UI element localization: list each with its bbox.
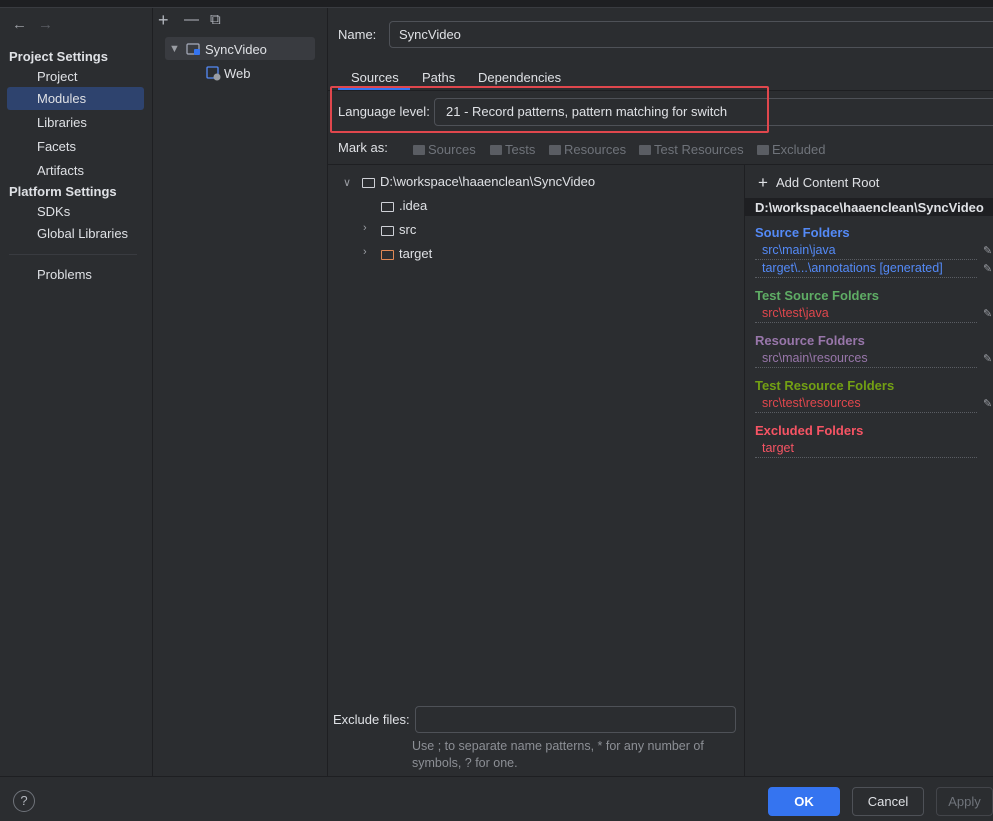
- edit-icon[interactable]: ✎: [983, 352, 992, 365]
- folder-icon: [639, 145, 651, 155]
- edit-icon[interactable]: ✎: [983, 307, 992, 320]
- resource-folder-item[interactable]: src\main\resources: [755, 351, 977, 368]
- mark-test-resources-button[interactable]: Test Resources: [639, 142, 744, 157]
- test-source-folder-item[interactable]: src\test\java: [755, 306, 977, 323]
- excluded-folder-item[interactable]: target: [755, 441, 977, 458]
- ok-button[interactable]: OK: [768, 787, 840, 816]
- help-button[interactable]: ?: [13, 790, 35, 812]
- add-icon[interactable]: +: [158, 10, 169, 31]
- edit-icon[interactable]: ✎: [983, 397, 992, 410]
- chevron-right-icon[interactable]: ›: [363, 246, 367, 258]
- folder-icon: [490, 145, 502, 155]
- excluded-folder-icon: [381, 247, 394, 262]
- module-icon: [186, 42, 202, 59]
- folder-icon: [381, 199, 394, 214]
- source-folder-item[interactable]: target\...\annotations [generated]: [755, 261, 977, 278]
- platform-settings-header: Platform Settings: [9, 184, 117, 199]
- forward-arrow-icon[interactable]: →: [38, 16, 53, 33]
- folder-icon: [381, 223, 394, 238]
- folder-icon: [413, 145, 425, 155]
- module-tree-web[interactable]: Web: [224, 66, 251, 81]
- test-resource-folder-item[interactable]: src\test\resources: [755, 396, 977, 413]
- nav-item-problems[interactable]: Problems: [7, 263, 144, 286]
- module-name-input[interactable]: [389, 21, 993, 48]
- test-source-folders-title: Test Source Folders: [755, 288, 880, 303]
- web-facet-icon: [206, 66, 222, 84]
- folder-icon: [362, 175, 375, 190]
- content-split-divider[interactable]: [744, 165, 745, 776]
- nav-item-project[interactable]: Project: [7, 65, 144, 88]
- mark-as-label: Mark as:: [338, 140, 388, 155]
- test-resource-folders-title: Test Resource Folders: [755, 378, 895, 393]
- exclude-files-label: Exclude files:: [333, 712, 410, 727]
- source-folder-item[interactable]: src\main\java: [755, 243, 977, 260]
- resource-folders-title: Resource Folders: [755, 333, 865, 348]
- edit-icon[interactable]: ✎: [983, 244, 992, 257]
- add-icon[interactable]: +: [758, 173, 768, 193]
- nav-item-artifacts[interactable]: Artifacts: [7, 159, 144, 182]
- project-settings-header: Project Settings: [9, 49, 108, 64]
- dialog-footer: [0, 776, 993, 821]
- mark-tests-button[interactable]: Tests: [490, 142, 535, 157]
- module-tree-pane: [153, 8, 328, 776]
- language-level-highlight: [330, 86, 769, 133]
- tree-item-src[interactable]: src: [399, 222, 416, 237]
- mark-as-divider: [328, 164, 993, 165]
- module-tree-root[interactable]: SyncVideo: [205, 42, 267, 57]
- tree-item-idea[interactable]: .idea: [399, 198, 427, 213]
- remove-icon[interactable]: —: [184, 11, 199, 28]
- name-label: Name:: [338, 27, 377, 42]
- tab-paths[interactable]: Paths: [422, 70, 455, 85]
- edit-icon[interactable]: ✎: [983, 262, 992, 275]
- exclude-files-input[interactable]: [415, 706, 736, 733]
- nav-item-libraries[interactable]: Libraries: [7, 111, 144, 134]
- copy-icon[interactable]: ⧉: [210, 11, 221, 28]
- nav-divider: [9, 254, 137, 255]
- excluded-folders-title: Excluded Folders: [755, 423, 864, 438]
- content-root-path[interactable]: D:\workspace\haaenclean\SyncVideo: [755, 200, 984, 215]
- chevron-right-icon[interactable]: ›: [363, 222, 367, 234]
- chevron-down-icon[interactable]: ▼: [169, 43, 180, 55]
- nav-item-modules[interactable]: Modules: [7, 87, 144, 110]
- back-arrow-icon[interactable]: ←: [12, 16, 27, 33]
- source-folders-title: Source Folders: [755, 225, 850, 240]
- add-content-root-button[interactable]: Add Content Root: [776, 175, 879, 190]
- apply-button[interactable]: Apply: [936, 787, 993, 816]
- window-top-border: [0, 0, 993, 8]
- tab-dependencies[interactable]: Dependencies: [478, 70, 561, 85]
- tree-root-path[interactable]: D:\workspace\haaenclean\SyncVideo: [380, 174, 595, 189]
- tab-sources[interactable]: Sources: [351, 70, 399, 85]
- mark-resources-button[interactable]: Resources: [549, 142, 626, 157]
- nav-item-facets[interactable]: Facets: [7, 135, 144, 158]
- tree-item-target[interactable]: target: [399, 246, 432, 261]
- mark-sources-button[interactable]: Sources: [413, 142, 476, 157]
- nav-item-global-libraries[interactable]: Global Libraries: [7, 222, 144, 245]
- nav-item-sdks[interactable]: SDKs: [7, 200, 144, 223]
- chevron-down-icon[interactable]: ∨: [343, 176, 351, 189]
- exclude-files-hint-line1: Use ; to separate name patterns, * for a…: [412, 739, 704, 753]
- exclude-files-hint-line2: symbols, ? for one.: [412, 756, 518, 770]
- folder-icon: [549, 145, 561, 155]
- cancel-button[interactable]: Cancel: [852, 787, 924, 816]
- mark-excluded-button[interactable]: Excluded: [757, 142, 825, 157]
- folder-icon: [757, 145, 769, 155]
